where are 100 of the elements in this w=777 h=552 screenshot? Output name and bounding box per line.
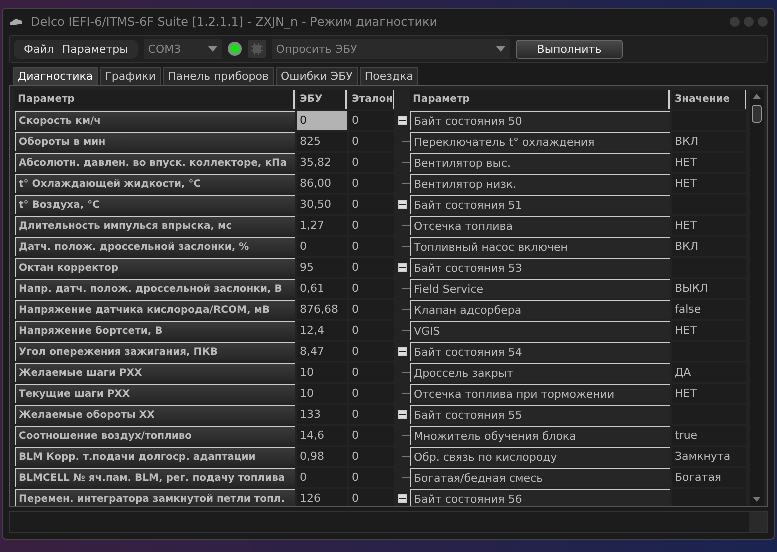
- parameter-cell: Текущие шаги РХХ: [15, 384, 295, 403]
- table-cell: 0: [349, 405, 394, 424]
- parameter-cell: Напряжение датчика кислорода/RCOM, мВ: [15, 300, 295, 319]
- tab[interactable]: Ошибки ЭБУ: [276, 67, 358, 85]
- parameter-cell: Абсолютн. давлен. во впуск. коллекторе, кПа: [15, 153, 295, 172]
- parameter-cell: Перемен. интегратора замкнутой петли топл.: [15, 489, 295, 506]
- table-cell[interactable]: 876,68: [297, 300, 347, 319]
- parameter-cell: Скорость км/ч: [15, 111, 295, 130]
- table-cell[interactable]: 86,00: [297, 174, 347, 193]
- table-cell[interactable]: 14,6: [297, 426, 347, 445]
- parameter-cell: Желаемые шаги РХХ: [15, 363, 295, 382]
- table-cell: 0: [349, 384, 394, 403]
- table-cell[interactable]: 10: [297, 384, 347, 403]
- run-button[interactable]: Выполнить: [516, 40, 623, 58]
- table-cell[interactable]: 10: [297, 363, 347, 382]
- parameter-cell: Напр. датч. полож. дроссельной заслонки, В: [15, 279, 295, 298]
- parameter-cell: Датч. полож. дроссельной заслонки, %: [15, 237, 295, 256]
- parameter-cell: Переключатель t° охлаждения: [410, 132, 670, 151]
- group-cell[interactable]: Байт состояния 51: [410, 195, 670, 214]
- group-cell[interactable]: Байт состояния 55: [410, 405, 670, 424]
- scrollbar[interactable]: [750, 90, 764, 506]
- table-cell: 0: [349, 195, 394, 214]
- tab[interactable]: Панель приборов: [162, 67, 274, 85]
- menu-item[interactable]: Файл: [24, 42, 54, 56]
- table-cell: false: [672, 300, 746, 319]
- parameter-cell: Желаемые обороты ХХ: [15, 405, 295, 424]
- table-cell: НЕТ: [672, 153, 746, 172]
- table-cell: 0: [349, 363, 394, 382]
- table-cell: 0: [349, 237, 394, 256]
- table-cell[interactable]: 0: [297, 468, 347, 487]
- table-cell: 0: [349, 132, 394, 151]
- tab[interactable]: Диагностика: [13, 67, 98, 85]
- parameter-cell: t° Охлаждающей жидкости, °С: [15, 174, 295, 193]
- collapse-icon[interactable]: [398, 116, 408, 125]
- table-cell: Замкнута: [672, 447, 746, 466]
- collapse-icon[interactable]: [398, 494, 408, 503]
- menu-item[interactable]: Параметры: [62, 42, 128, 56]
- table-cell: 0: [349, 489, 394, 506]
- column-header[interactable]: Параметр: [15, 90, 295, 109]
- table-cell[interactable]: 35,82: [297, 153, 347, 172]
- table-cell: 0: [349, 447, 394, 466]
- table-cell: 0: [349, 279, 394, 298]
- group-cell[interactable]: Байт состояния 50: [410, 111, 670, 130]
- table-cell[interactable]: 0: [297, 237, 347, 256]
- parameter-cell: Field Service: [410, 279, 670, 298]
- command-dropdown[interactable]: Опросить ЭБУ: [272, 39, 510, 59]
- group-cell[interactable]: Байт состояния 56: [410, 489, 670, 506]
- collapse-icon[interactable]: [398, 410, 408, 419]
- parameter-cell: Отсечка топлива: [410, 216, 670, 235]
- tab[interactable]: Графики: [100, 67, 161, 85]
- column-header[interactable]: Параметр: [410, 90, 670, 109]
- parameter-cell: Топливный насос включен: [410, 237, 670, 256]
- group-cell[interactable]: Байт состояния 54: [410, 342, 670, 361]
- tab[interactable]: Поездка: [360, 67, 418, 85]
- table-cell[interactable]: 825: [297, 132, 347, 151]
- table-cell: НЕТ: [672, 384, 746, 403]
- table-cell[interactable]: 30,50: [297, 195, 347, 214]
- collapse-icon[interactable]: [398, 347, 408, 356]
- table-cell: true: [672, 426, 746, 445]
- table-cell: 0: [349, 216, 394, 235]
- parameter-cell: Соотношение воздух/топливо: [15, 426, 295, 445]
- parameter-cell: Обр. связь по кислороду: [410, 447, 670, 466]
- table-cell: НЕТ: [672, 216, 746, 235]
- table-cell: ВКЛ: [672, 237, 746, 256]
- parameter-cell: Угол опережения зажигания, ПКВ: [15, 342, 295, 361]
- group-cell[interactable]: Байт состояния 53: [410, 258, 670, 277]
- chip-icon: [248, 40, 266, 58]
- table-cell: НЕТ: [672, 321, 746, 340]
- collapse-icon[interactable]: [398, 263, 408, 272]
- table-cell[interactable]: 95: [297, 258, 347, 277]
- table-cell: Богатая: [672, 468, 746, 487]
- parameter-cell: Дроссель закрыт: [410, 363, 670, 382]
- table-cell[interactable]: 0,61: [297, 279, 347, 298]
- parameter-cell: Богатая/бедная смесь: [410, 468, 670, 487]
- table-cell[interactable]: 1,27: [297, 216, 347, 235]
- column-header[interactable]: Значение: [672, 90, 746, 109]
- table-cell: 0: [349, 111, 394, 130]
- table-cell[interactable]: 0,98: [297, 447, 347, 466]
- table-cell[interactable]: 8,47: [297, 342, 347, 361]
- table-cell: ДА: [672, 363, 746, 382]
- parameter-cell: Длительность импулься впрыска, мс: [15, 216, 295, 235]
- table-cell: 0: [349, 342, 394, 361]
- column-header[interactable]: ЭБУ: [297, 90, 347, 109]
- table-cell: 0: [349, 258, 394, 277]
- parameter-cell: Отсечка топлива при торможении: [410, 384, 670, 403]
- caret-icon: [496, 46, 506, 52]
- parameter-cell: Вентилятор выс.: [410, 153, 670, 172]
- column-header[interactable]: Эталон: [349, 90, 394, 109]
- parameter-cell: BLM Корр. т.подачи долгоср. адаптации: [15, 447, 295, 466]
- table-cell: ВЫКЛ: [672, 279, 746, 298]
- collapse-icon[interactable]: [398, 200, 408, 209]
- parameter-cell: Клапан адсорбера: [410, 300, 670, 319]
- table-cell[interactable]: 126: [297, 489, 347, 506]
- table-cell[interactable]: 0: [297, 111, 347, 130]
- table-cell[interactable]: 133: [297, 405, 347, 424]
- parameter-cell: Октан корректор: [15, 258, 295, 277]
- table-cell: 0: [349, 153, 394, 172]
- table-cell: 0: [349, 468, 394, 487]
- table-cell[interactable]: 12,4: [297, 321, 347, 340]
- port-dropdown[interactable]: COM3: [144, 39, 222, 59]
